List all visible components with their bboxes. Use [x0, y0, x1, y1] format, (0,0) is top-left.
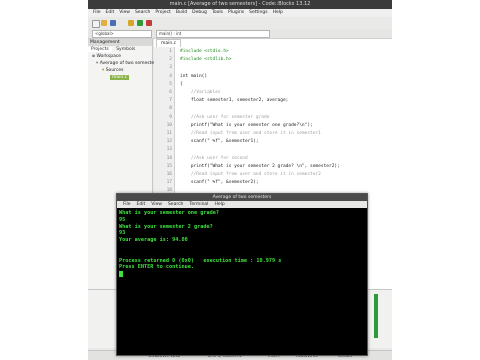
code-line: scanf(" %f", &semester1);: [180, 139, 259, 145]
line-number: 10: [166, 122, 172, 128]
code-line: int main(): [180, 73, 208, 79]
terminal-menu-file[interactable]: File: [123, 202, 131, 207]
scope-select[interactable]: <global>: [92, 30, 152, 38]
menu-item-tools[interactable]: Tools: [212, 10, 223, 15]
project-tree: ▪ Workspace ▾ Average of two semesters ▾…: [88, 53, 158, 81]
menu-item-search[interactable]: Search: [135, 10, 150, 15]
code-completion-toolbar: <global> main() : int: [88, 29, 392, 39]
menu-item-settings[interactable]: Settings: [249, 10, 267, 15]
terminal-menu-bar: File Edit View Search Terminal Help: [117, 201, 367, 208]
terminal-line: 95: [119, 216, 126, 223]
menu-item-build[interactable]: Build: [176, 10, 187, 15]
menu-bar: File Edit View Search Project Build Debug Tools…: [88, 9, 392, 17]
menu-item-plugins[interactable]: Plugins: [228, 10, 244, 15]
editor-tab-main-c[interactable]: main.c: [156, 39, 182, 47]
line-number: 11: [166, 131, 172, 136]
save-icon[interactable]: [110, 20, 116, 26]
line-number: 14: [166, 155, 172, 161]
code-line: //Read input from user and store it in s…: [180, 131, 321, 136]
terminal-title: Average of two semesters: [117, 194, 367, 201]
new-file-icon[interactable]: [92, 20, 100, 28]
terminal-line: Process returned 0 (0x0) execution time …: [119, 257, 282, 264]
code-line: float semester1, semester2, average;: [180, 98, 289, 104]
code-line: //Read input from user and store it in s…: [180, 172, 321, 177]
line-number: 7: [169, 98, 172, 104]
open-icon[interactable]: [101, 20, 107, 26]
menu-item-debug[interactable]: Debug: [192, 10, 207, 15]
management-title: Management: [88, 39, 152, 46]
menu-item-project[interactable]: Project: [155, 10, 170, 15]
code-line: #include <stdlib.h>: [180, 57, 232, 63]
code-line: //Variables: [180, 90, 221, 95]
tree-item-sources[interactable]: ▾ Sources: [88, 67, 152, 74]
line-number: 17: [166, 180, 172, 186]
tree-item-workspace[interactable]: ▪ Workspace: [88, 53, 152, 60]
progress-indicator: [374, 294, 378, 338]
terminal-window[interactable]: Average of two semesters File Edit View Sea…: [116, 193, 368, 356]
menu-item-file[interactable]: File: [93, 10, 101, 15]
line-number: 2: [169, 57, 172, 63]
build-icon[interactable]: [128, 20, 134, 26]
line-number: 5: [169, 81, 172, 87]
terminal-cursor: [119, 271, 123, 278]
terminal-menu-edit[interactable]: Edit: [137, 202, 146, 207]
terminal-line: Your average is: 94.00: [119, 237, 188, 244]
line-number: 16: [166, 172, 172, 177]
code-line: #include <stdio.h>: [180, 49, 229, 54]
symbol-select[interactable]: main() : int: [156, 30, 270, 38]
management-tabs: Projects Symbols: [88, 46, 152, 53]
terminal-line: 93: [119, 230, 126, 237]
tree-item-project[interactable]: ▾ Average of two semesters: [88, 60, 158, 67]
terminal-menu-help[interactable]: Help: [214, 202, 224, 207]
code-line: printf("What is your semester 2 grade? \…: [180, 163, 340, 169]
line-number: 1: [169, 49, 172, 54]
terminal-menu-terminal[interactable]: Terminal: [189, 202, 208, 207]
menu-item-help[interactable]: Help: [273, 10, 283, 15]
terminal-menu-search[interactable]: Search: [168, 202, 183, 207]
run-icon[interactable]: [137, 20, 143, 26]
tab-projects[interactable]: Projects: [88, 47, 112, 52]
line-number: 3: [169, 65, 172, 71]
code-line: scanf(" %f", &semester2);: [180, 180, 259, 186]
terminal-line: Press ENTER to continue.: [119, 264, 194, 271]
debug-icon[interactable]: [146, 20, 152, 26]
terminal-line: What is your semester 2 grade?: [119, 223, 213, 230]
line-number: 13: [166, 147, 172, 153]
tab-symbols[interactable]: Symbols: [113, 47, 138, 52]
line-number: 15: [166, 163, 172, 169]
menu-item-edit[interactable]: Edit: [106, 10, 115, 15]
terminal-line: What is your semester one grade?: [119, 210, 219, 216]
line-number: 12: [166, 139, 172, 145]
line-number: 4: [169, 73, 172, 79]
code-line: //Ask user for semester grade: [180, 114, 270, 120]
code-line: printf("What is your semester one grade?…: [180, 122, 313, 128]
code-line: //Ask user for second: [180, 155, 248, 161]
terminal-output[interactable]: What is your semester one grade? 95 What i…: [117, 208, 367, 278]
line-number: 6: [169, 90, 172, 95]
terminal-menu-view[interactable]: View: [151, 202, 162, 207]
window-title: main.c [Average of two semesters] - Code…: [88, 0, 392, 9]
code-line: {: [180, 81, 183, 87]
line-number: 9: [169, 114, 172, 120]
tree-item-main-c[interactable]: main.c: [88, 74, 152, 81]
menu-item-view[interactable]: View: [119, 10, 130, 15]
line-number: 8: [169, 106, 172, 112]
